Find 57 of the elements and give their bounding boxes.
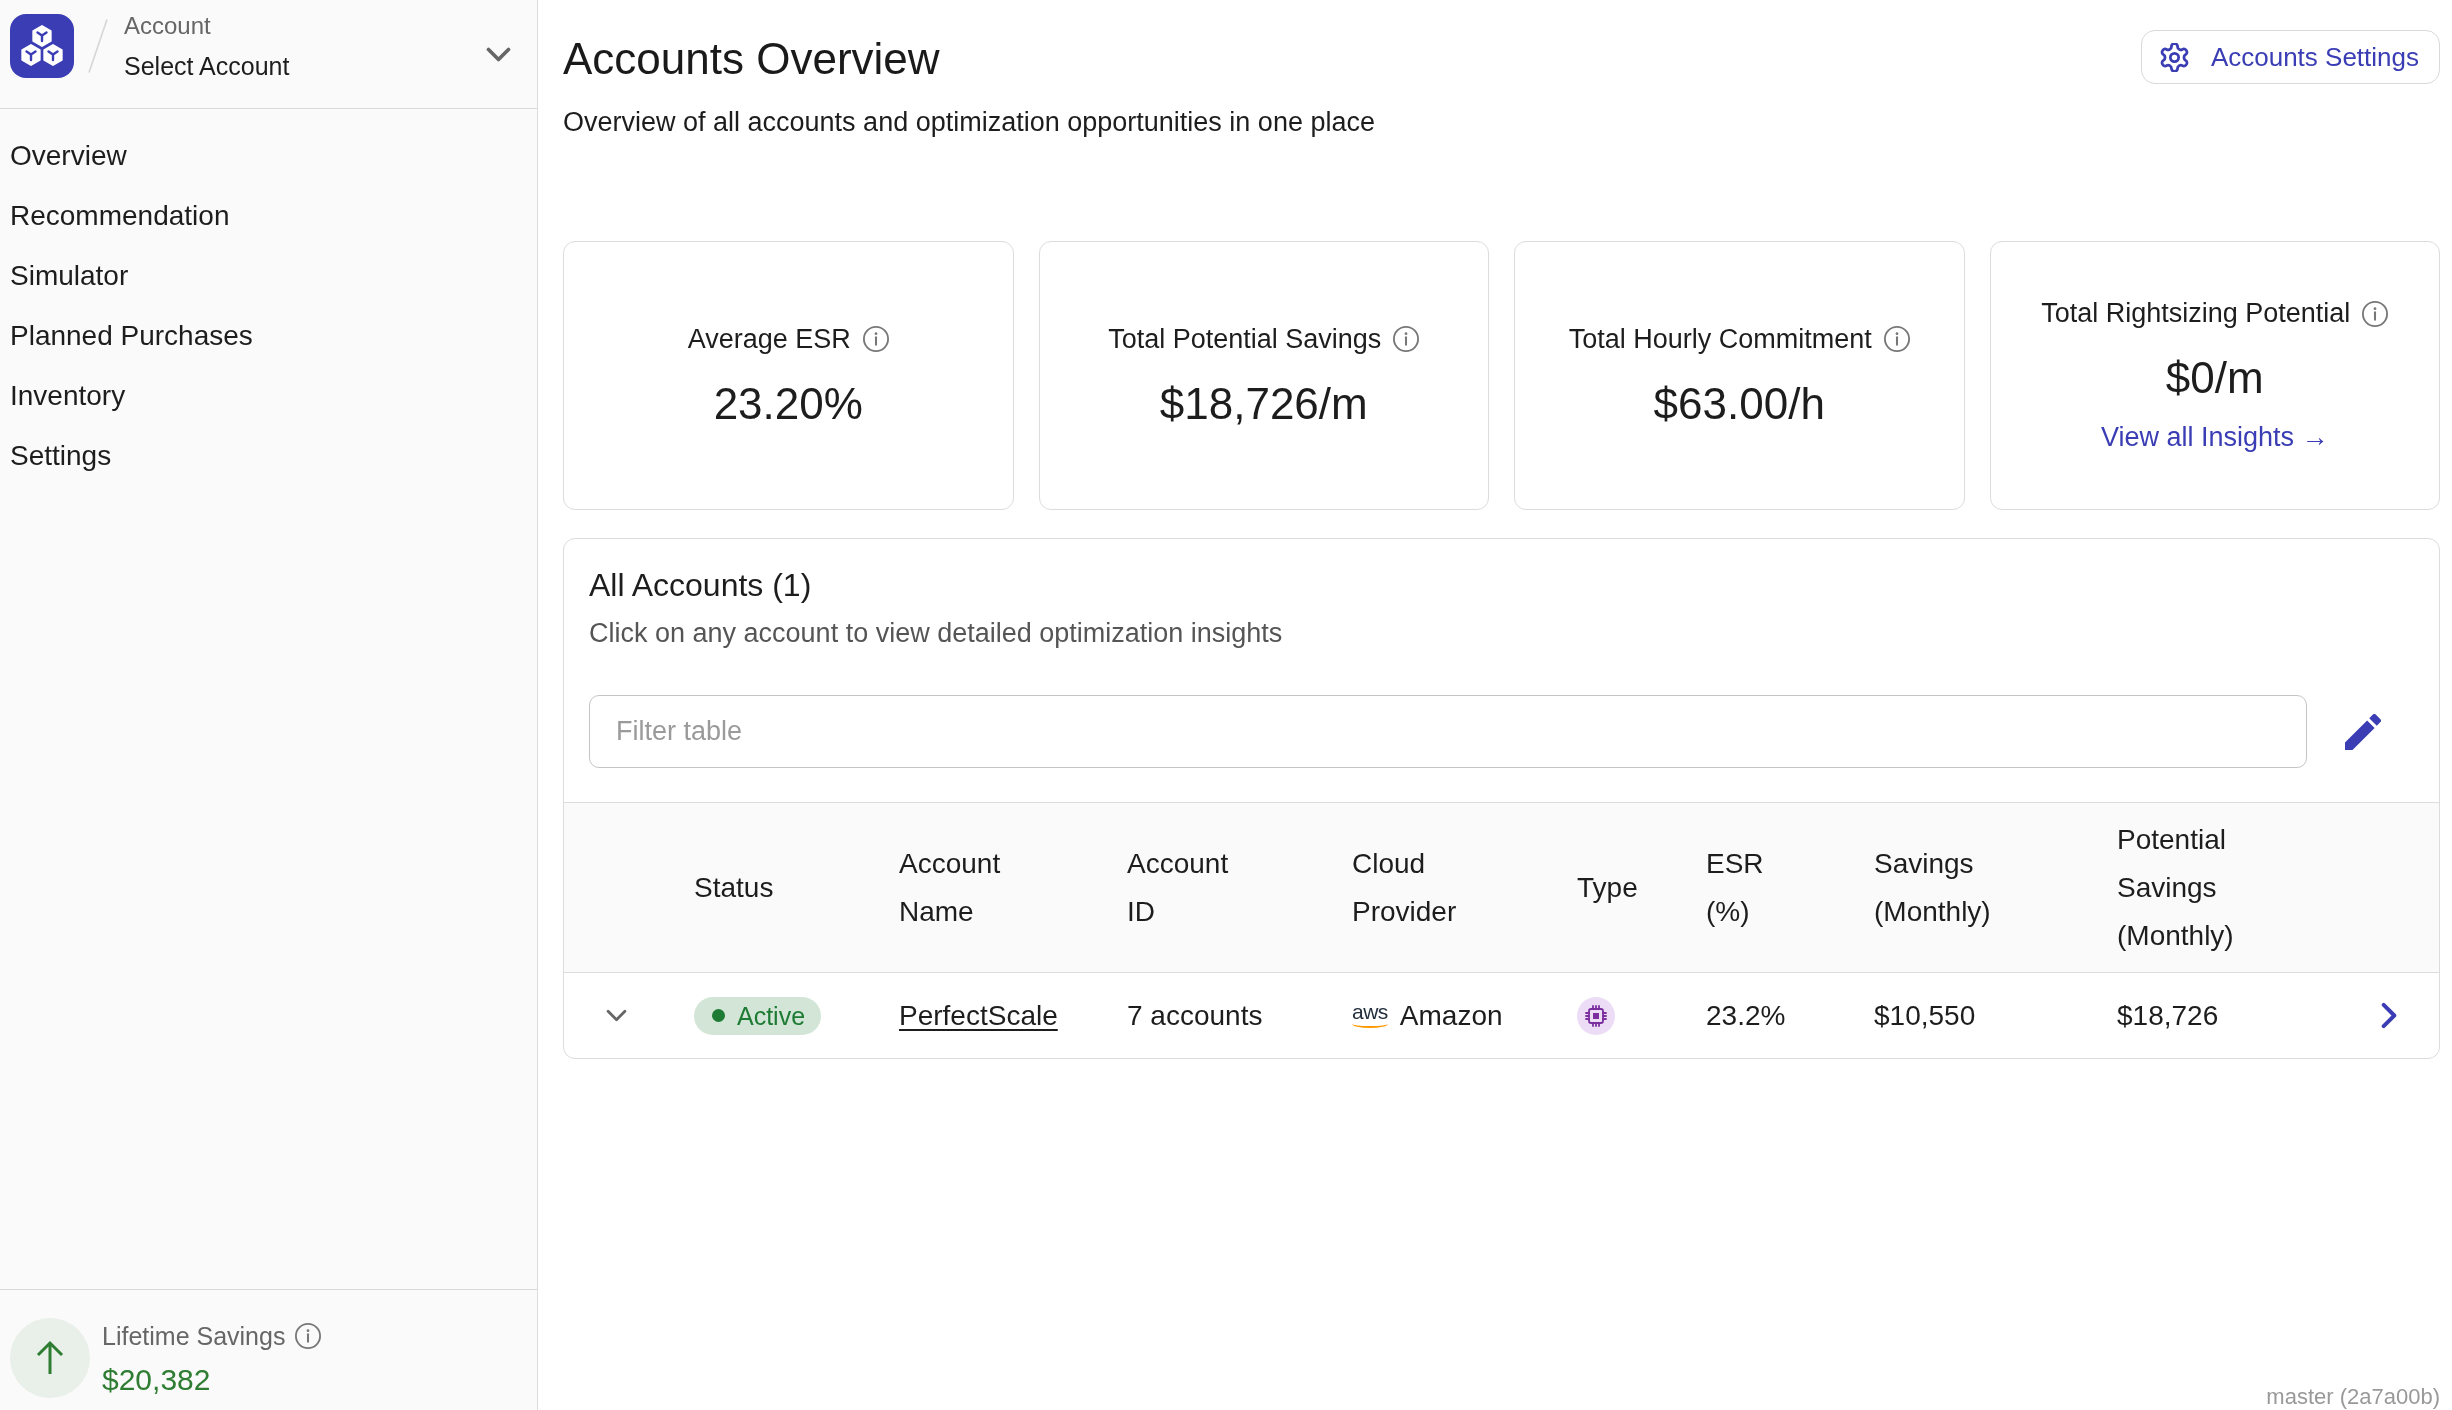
arrow-up-icon: [10, 1318, 90, 1398]
stat-value: 23.20%: [713, 377, 863, 430]
column-header: Potential Savings (Monthly): [2117, 822, 2234, 953]
nav-item[interactable]: Inventory: [0, 376, 136, 416]
info-icon: [862, 326, 889, 352]
lifetime-savings-label: Lifetime Savings: [102, 1321, 286, 1352]
status-text: Active: [737, 1000, 806, 1031]
stat-value: $63.00/h: [1653, 377, 1825, 430]
stat-value: $0/m: [2165, 352, 2264, 404]
page-subtitle: Overview of all accounts and optimization opportunities in one place: [563, 106, 1375, 139]
filter-input[interactable]: Filter table: [589, 695, 2307, 768]
info-icon: [295, 1323, 322, 1349]
settings-icon: [2159, 42, 2189, 72]
section-title: All Accounts (1): [589, 566, 812, 605]
chevron-down-icon[interactable]: [486, 47, 511, 62]
info-icon: [2362, 300, 2389, 327]
view-insights-link[interactable]: View all Insights →: [2100, 420, 2329, 455]
nav-item[interactable]: Overview: [0, 136, 137, 176]
column-header: Account Name: [899, 846, 1001, 929]
nav-item[interactable]: Recommendation: [0, 196, 240, 236]
account-select-value[interactable]: Select Account: [124, 50, 290, 82]
column-header: Account ID: [1127, 846, 1229, 929]
slash-separator: [88, 19, 108, 73]
cubes-logo-icon: [10, 14, 74, 78]
account-name-link[interactable]: PerfectScale: [899, 999, 1058, 1032]
provider-logo: aws: [1352, 1003, 1388, 1028]
table-cell: Amazon: [1399, 998, 1503, 1033]
stat-label: Total Potential Savings: [1108, 322, 1382, 356]
nav-item[interactable]: Planned Purchases: [0, 316, 263, 356]
stat-value: $18,726/m: [1159, 377, 1368, 430]
nav-item[interactable]: Simulator: [0, 256, 139, 296]
column-header: Type: [1577, 870, 1638, 905]
stat-label: Total Rightsizing Potential: [2041, 297, 2351, 330]
nav-item[interactable]: Settings: [0, 436, 122, 476]
accounts-settings-button[interactable]: Accounts Settings: [2140, 30, 2440, 84]
stat-label: Average ESR: [687, 322, 851, 356]
stat-label: Total Hourly Commitment: [1568, 322, 1872, 356]
section-subtitle: Click on any account to view detailed optimization insights: [589, 617, 1283, 650]
table-row[interactable]: Active PerfectScale 7 accounts aws Amazon 23.2% $10,550 $18,726: [564, 972, 2439, 1058]
column-header: Savings (Monthly): [1874, 846, 1991, 929]
column-header: Cloud Provider: [1352, 846, 1457, 929]
account-label: Account: [124, 11, 211, 41]
info-icon: [1883, 326, 1910, 352]
column-header: ESR (%): [1706, 846, 1764, 929]
version-label: master (2a7a00b): [2266, 1384, 2440, 1410]
info-icon: [1393, 326, 1420, 352]
lifetime-savings-value: $20,382: [102, 1362, 211, 1398]
table-cell: $18,726: [2117, 998, 2219, 1033]
table-cell: 23.2%: [1706, 998, 1786, 1033]
chevron-down-icon[interactable]: [606, 1009, 627, 1022]
table-cell: $10,550: [1874, 998, 1976, 1033]
chevron-right-icon[interactable]: [2381, 1002, 2397, 1029]
chip-icon: [1577, 996, 1615, 1035]
pencil-icon[interactable]: [2345, 713, 2381, 750]
column-header: Status: [694, 870, 774, 905]
page-title: Accounts Overview: [563, 33, 940, 85]
table-cell: 7 accounts: [1127, 998, 1263, 1033]
